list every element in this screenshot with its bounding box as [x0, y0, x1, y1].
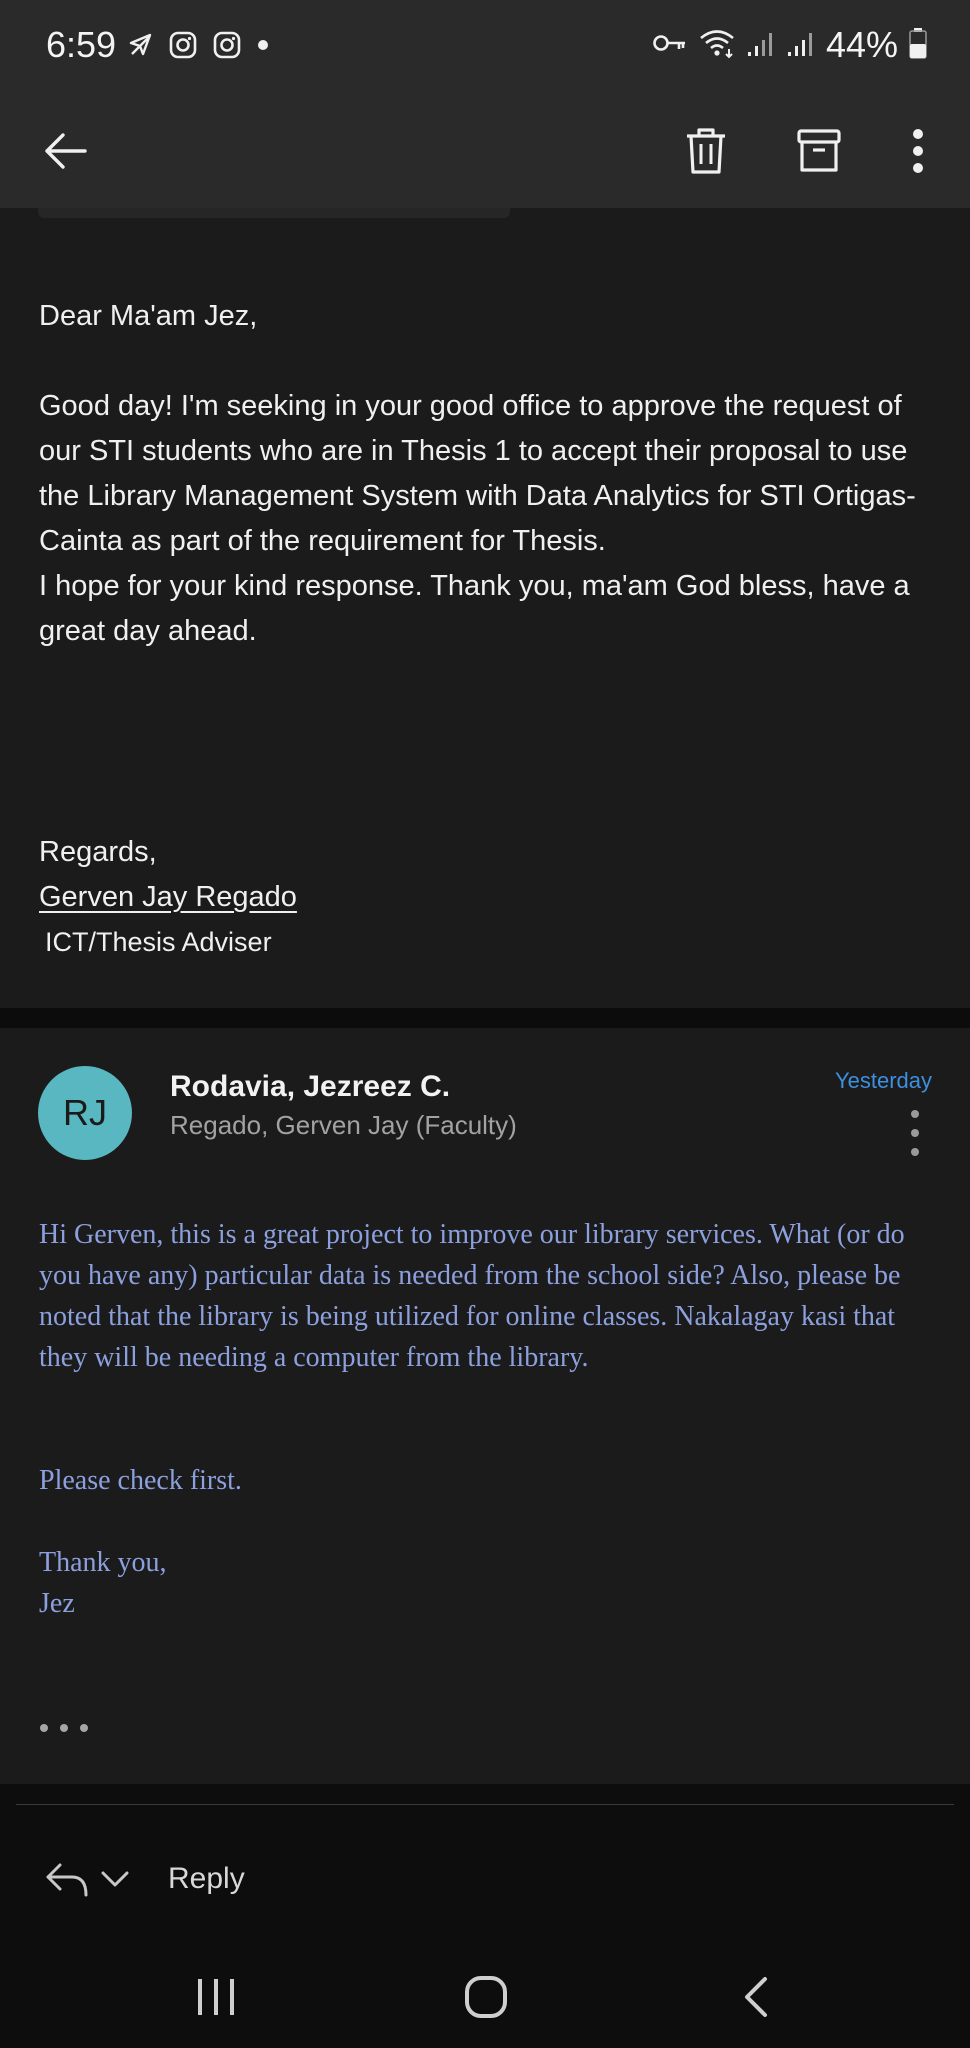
more-vertical-icon	[913, 129, 923, 173]
reply-divider	[16, 1804, 954, 1805]
vpn-key-icon	[652, 31, 688, 60]
archive-icon	[797, 129, 841, 172]
back-button[interactable]	[30, 116, 100, 186]
trash-icon	[687, 128, 725, 174]
reply-button[interactable]: Reply	[44, 1844, 444, 1914]
signature-role: ICT/Thesis Adviser	[45, 927, 272, 957]
battery-percent: 44%	[825, 24, 898, 65]
status-bar: 6:59 44%	[0, 0, 970, 92]
status-notification-icons	[128, 30, 270, 65]
system-nav-bar	[0, 1946, 970, 2048]
more-dot	[911, 1148, 919, 1156]
more-options-button[interactable]	[883, 116, 953, 186]
signature-block: Regards, Gerven Jay Regado ICT/Thesis Ad…	[39, 830, 297, 965]
recent-apps-button[interactable]	[176, 1966, 256, 2028]
recipient-name[interactable]: Regado, Gerven Jay (Faculty)	[170, 1110, 517, 1141]
reply-label: Reply	[168, 1862, 245, 1895]
message-body: Hi Gerven, this is a great project to im…	[39, 1214, 939, 1624]
home-button[interactable]	[446, 1966, 526, 2028]
collapsed-header-edge	[38, 208, 510, 218]
battery-icon	[908, 27, 928, 64]
status-time: 6:59	[46, 24, 117, 65]
sender-name: Rodavia, Jezreez C.	[170, 1070, 451, 1103]
status-system-icons: 44%	[652, 24, 928, 66]
system-back-button[interactable]	[716, 1966, 796, 2028]
show-quoted-text-button[interactable]	[40, 1718, 88, 1738]
avatar[interactable]: RJ	[38, 1066, 132, 1160]
more-dot	[911, 1129, 919, 1137]
more-dot	[911, 1110, 919, 1118]
instagram-icon	[212, 30, 242, 65]
recent-apps-icon	[198, 1979, 234, 2015]
navigation-icon	[128, 32, 154, 63]
dot-icon	[256, 38, 270, 57]
message-text: Good day! I'm seeking in your good offic…	[39, 390, 916, 647]
message-date: Yesterday	[834, 1068, 932, 1093]
signal-icon	[746, 28, 776, 63]
message-divider	[0, 1008, 970, 1028]
signature-name-link[interactable]: Gerven Jay Regado	[39, 875, 297, 920]
ellipsis-dot	[80, 1724, 88, 1732]
message-signoff: Thank you, Jez	[39, 1547, 167, 1619]
reply-icon	[46, 1863, 88, 1897]
email-toolbar	[0, 92, 970, 208]
back-arrow-icon	[45, 133, 87, 169]
ellipsis-dot	[60, 1724, 68, 1732]
instagram-icon	[168, 30, 198, 65]
message-more-button[interactable]	[900, 1110, 930, 1156]
email-message-original: Dear Ma'am Jez, Good day! I'm seeking in…	[0, 208, 970, 1008]
delete-button[interactable]	[671, 116, 741, 186]
message-greeting: Dear Ma'am Jez,	[39, 300, 258, 332]
signal-icon	[786, 28, 816, 63]
home-icon	[465, 1976, 507, 2018]
archive-button[interactable]	[784, 116, 854, 186]
chevron-down-icon[interactable]	[100, 1869, 130, 1889]
wifi-icon	[698, 27, 736, 64]
message-text: Please check first.	[39, 1465, 242, 1496]
ellipsis-dot	[40, 1724, 48, 1732]
signature-closing: Regards,	[39, 836, 157, 868]
message-body: Dear Ma'am Jez, Good day! I'm seeking in…	[39, 294, 939, 654]
email-message-reply: RJ Rodavia, Jezreez C. Regado, Gerven Ja…	[0, 1028, 970, 1784]
chevron-left-icon	[745, 1977, 767, 2017]
message-text: Hi Gerven, this is a great project to im…	[39, 1219, 905, 1373]
